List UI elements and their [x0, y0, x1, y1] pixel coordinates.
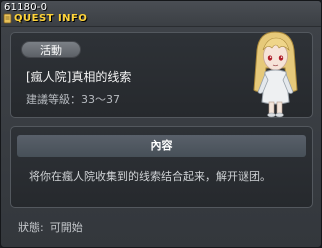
quest-summary-panel: 活動 [瘋人院]真相的线索 建議等級：33～37	[10, 31, 313, 118]
quest-content-panel: 內容 将你在瘋人院收集到的线索结合起来，解开谜团。	[10, 126, 313, 208]
content-header: 內容	[17, 135, 306, 157]
window-title: QUEST INFO	[14, 13, 88, 24]
scroll-icon	[3, 13, 12, 24]
category-badge: 活動	[21, 41, 81, 58]
quest-status: 狀態: 可開始	[18, 221, 89, 235]
recommended-level: 建議等級：33～37	[26, 93, 120, 106]
window-header[interactable]: 61180-0 QUEST INFO	[1, 1, 321, 27]
quest-title: [瘋人院]真相的线索	[26, 70, 132, 84]
quest-id: 61180-0	[4, 2, 48, 13]
npc-portrait-icon	[253, 31, 298, 118]
status-value: 可開始	[49, 221, 83, 234]
quest-info-window: 61180-0 QUEST INFO 活動 [瘋人院]真相的线索 建議等級：33…	[0, 0, 322, 248]
status-label: 狀態:	[18, 221, 44, 234]
quest-description: 将你在瘋人院收集到的线索结合起来，解开谜团。	[29, 170, 271, 183]
